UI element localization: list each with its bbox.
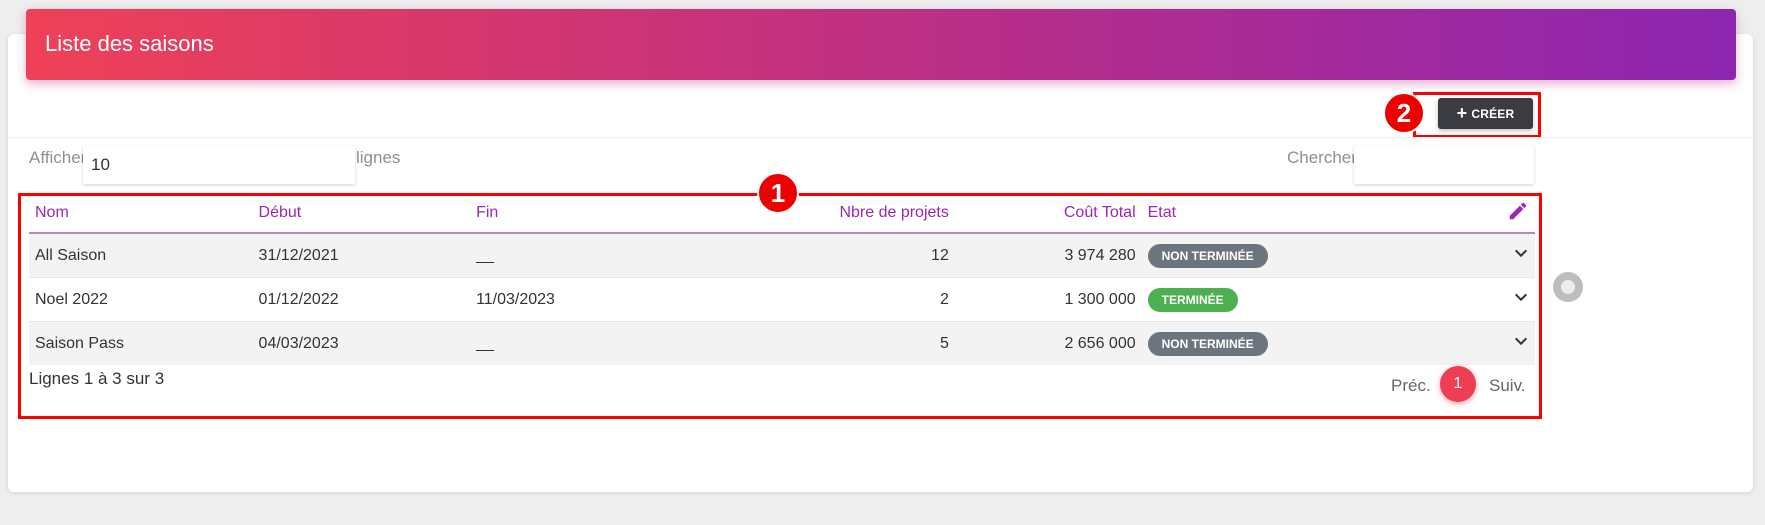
- status-badge: NON TERMINÉE: [1147, 243, 1268, 268]
- search-input[interactable]: [1354, 146, 1534, 184]
- cell-fin: __: [470, 321, 711, 365]
- cell-fin: 11/03/2023: [470, 277, 711, 322]
- cell-debut: 31/12/2021: [252, 232, 471, 278]
- cell-fin: __: [470, 232, 711, 278]
- toolbar-divider: [8, 137, 1753, 138]
- cell-expand[interactable]: [1500, 232, 1535, 278]
- column-projets[interactable]: Nbre de projets: [710, 194, 955, 234]
- create-annotation-badge: 2: [1383, 92, 1425, 134]
- chevron-down-icon[interactable]: [1513, 289, 1529, 305]
- cell-etat: NON TERMINÉE: [1141, 321, 1501, 365]
- cell-nom: Saison Pass: [29, 321, 253, 365]
- seasons-table: Nom Début Fin Nbre de projets Coût Total…: [29, 194, 1535, 365]
- cell-cout: 2 656 000: [954, 321, 1142, 365]
- table-info: Lignes 1 à 3 sur 3: [29, 369, 165, 388]
- show-entries-label: Afficher: [29, 148, 87, 167]
- search-label: Chercher:: [1287, 148, 1362, 167]
- table-row[interactable]: Saison Pass 04/03/2023 __ 5 2 656 000 NO…: [29, 321, 1535, 365]
- settings-handle-icon[interactable]: [1553, 272, 1583, 302]
- column-nom[interactable]: Nom: [29, 194, 253, 234]
- cell-debut: 01/12/2022: [252, 277, 471, 322]
- cell-projets: 12: [710, 232, 955, 278]
- column-cout[interactable]: Coût Total: [954, 194, 1142, 234]
- create-button[interactable]: + CRÉER: [1438, 98, 1533, 129]
- next-page-button[interactable]: Suiv.: [1489, 376, 1526, 396]
- prev-page-button[interactable]: Préc.: [1391, 376, 1431, 396]
- pencil-icon[interactable]: [1507, 200, 1529, 222]
- chevron-down-icon[interactable]: [1513, 333, 1529, 349]
- plus-icon: +: [1456, 102, 1468, 123]
- cell-nom: All Saison: [29, 232, 253, 278]
- status-badge: NON TERMINÉE: [1147, 331, 1268, 356]
- cell-expand[interactable]: [1500, 277, 1535, 322]
- cell-projets: 5: [710, 321, 955, 365]
- chevron-down-icon[interactable]: [1513, 245, 1529, 261]
- cell-expand[interactable]: [1500, 321, 1535, 365]
- table-row[interactable]: Noel 2022 01/12/2022 11/03/2023 2 1 300 …: [29, 277, 1535, 322]
- column-edit[interactable]: [1500, 194, 1535, 234]
- cell-cout: 1 300 000: [954, 277, 1142, 322]
- card-header: Liste des saisons: [26, 9, 1736, 80]
- column-etat[interactable]: Etat: [1141, 194, 1501, 234]
- cell-debut: 04/03/2023: [252, 321, 471, 365]
- create-button-label: CRÉER: [1471, 106, 1515, 121]
- column-fin[interactable]: Fin: [470, 194, 711, 234]
- table-row[interactable]: All Saison 31/12/2021 __ 12 3 974 280 NO…: [29, 232, 1535, 278]
- cell-etat: NON TERMINÉE: [1141, 232, 1501, 278]
- page-title: Liste des saisons: [45, 31, 214, 56]
- page-1-button[interactable]: 1: [1440, 366, 1476, 402]
- status-badge: TERMINÉE: [1147, 287, 1238, 312]
- cell-cout: 3 974 280: [954, 232, 1142, 278]
- cell-nom: Noel 2022: [29, 277, 253, 322]
- page-length-input[interactable]: [83, 146, 355, 184]
- show-entries-suffix: lignes: [356, 148, 401, 167]
- table-header-row: Nom Début Fin Nbre de projets Coût Total…: [29, 194, 1535, 234]
- cell-projets: 2: [710, 277, 955, 322]
- column-debut[interactable]: Début: [252, 194, 471, 234]
- cell-etat: TERMINÉE: [1141, 277, 1501, 322]
